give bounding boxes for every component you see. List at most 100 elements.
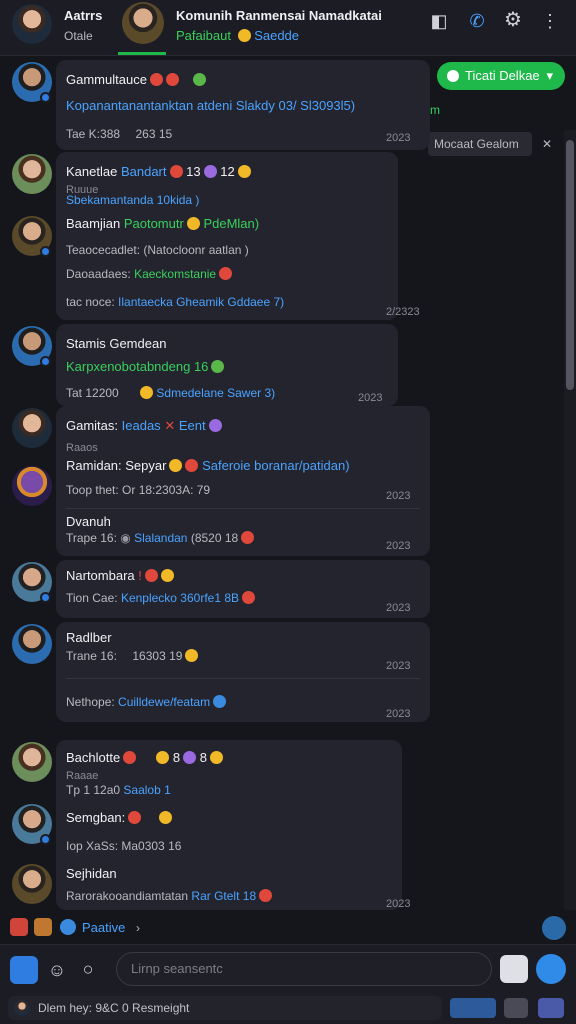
leaf-icon: [211, 360, 225, 373]
message-line: Daoaadaes: Kaeckomstanie: [66, 266, 233, 282]
message-bubble: Gamitas: Ieadas ✕ Eent Raaos Ramidan: Se…: [56, 406, 430, 556]
people-icon[interactable]: ☺: [44, 960, 70, 980]
message-time: 2023: [386, 490, 411, 502]
message-link[interactable]: Rar Gtelt 18: [191, 889, 256, 903]
message-avatar[interactable]: [12, 864, 52, 904]
message-text: Teaocecadlet: (Natocloonr aatlan ): [66, 243, 249, 257]
info-icon[interactable]: [60, 919, 76, 935]
screen-icon[interactable]: [450, 998, 496, 1018]
fire-icon: [185, 459, 199, 472]
message-avatar[interactable]: [12, 624, 52, 664]
close-icon[interactable]: ✕: [542, 136, 552, 152]
message-time: 2023: [386, 602, 411, 614]
message-bubble: Gammultauce Kopanantanantanktan atdeni S…: [56, 60, 430, 150]
message-time: 2023: [386, 708, 411, 720]
message-author: Gamitas: Ieadas ✕ Eent: [66, 418, 222, 434]
message-avatar[interactable]: [12, 466, 52, 506]
smile-icon: [140, 386, 154, 399]
message-time: 2/2323: [386, 306, 420, 318]
more-icon[interactable]: ⋮: [540, 11, 560, 31]
smile-icon: [186, 217, 200, 230]
smile-icon: [160, 569, 174, 582]
smile-icon: [185, 649, 199, 662]
smile-icon: [159, 811, 173, 824]
author-link[interactable]: Ieadas: [122, 418, 161, 433]
settings-icon[interactable]: ⚙: [502, 10, 524, 30]
chevron-down-icon: ▾: [546, 68, 553, 83]
message-text: Karpxenobotabndeng 16: [66, 359, 225, 375]
message-bubble: Kanetlae Bandart 13 12 Ruuue Sbekamantan…: [56, 152, 398, 320]
message-author: Bachlotte 8 8: [66, 750, 223, 766]
message-author: Semgban:: [66, 810, 173, 826]
message-meta: Tae K:388 ⠀ 263 15: [66, 127, 173, 141]
fire-icon: [169, 165, 183, 178]
filter-chip[interactable]: Mocaat Gealom: [428, 132, 532, 156]
message-text: Nethope: Cuilldewe/featam: [66, 694, 227, 710]
reaction-bar: Paative ›: [0, 914, 576, 942]
status-bar[interactable]: Dlem hey: 9&C 0 Resmeight: [8, 996, 442, 1020]
reaction-label[interactable]: Paative: [82, 920, 125, 936]
author-link[interactable]: Paotomutr: [124, 216, 184, 231]
user-status: Otale: [64, 29, 93, 43]
mention-icon[interactable]: [538, 998, 564, 1018]
smile-icon: [237, 29, 251, 42]
message-input[interactable]: Lirnp seansentc: [116, 952, 492, 986]
message-meta: Trape 16: ◉ Slalandan (8520 18: [66, 530, 255, 546]
sparkle-icon: [183, 751, 197, 764]
chevron-right-icon[interactable]: ›: [136, 920, 140, 936]
app-icon-orange[interactable]: [34, 918, 52, 936]
message-avatar[interactable]: [12, 742, 52, 782]
fire-icon: [149, 73, 163, 86]
message-meta: Tat 12200 Sdmedelane Sawer 3): [66, 386, 276, 400]
apps-icon[interactable]: [10, 956, 38, 984]
scrollbar-thumb[interactable]: [566, 140, 574, 390]
channel-avatar[interactable]: [122, 2, 164, 44]
verified-badge: [40, 356, 51, 367]
user-avatar[interactable]: [12, 4, 52, 44]
circle-icon[interactable]: ○: [76, 959, 100, 979]
call-icon[interactable]: ✆: [466, 11, 488, 31]
media-icon[interactable]: [504, 998, 528, 1018]
message-author: Gammultauce: [66, 72, 206, 88]
author-link[interactable]: PdeMlan): [203, 216, 259, 231]
message-author: Sejhidan: [66, 866, 117, 881]
verified-badge: [40, 92, 51, 103]
author-link[interactable]: Eent: [179, 418, 206, 433]
message-avatar[interactable]: [12, 154, 52, 194]
info-icon: [213, 695, 227, 708]
message-author: Radlber: [66, 630, 112, 645]
author-link[interactable]: Bandart: [121, 164, 167, 179]
heart-icon: [241, 531, 255, 544]
green-action-label: Ticati Delkae: [465, 68, 540, 83]
message-meta: Trane 16: ⠀ 16303 19: [66, 648, 199, 664]
author-link[interactable]: Cuilldewe/featam: [118, 695, 210, 709]
message-author: Kanetlae Bandart 13 12: [66, 164, 251, 180]
divider: [66, 678, 420, 679]
app-icon-red[interactable]: [10, 918, 28, 936]
heart-icon: [259, 889, 273, 902]
author-link[interactable]: Saferoie boranar/patidan): [202, 458, 349, 473]
message-time: 2023: [386, 660, 411, 672]
sparkle-icon: [208, 419, 222, 432]
smile-icon: [169, 459, 183, 472]
message-line: tac noce: Ilantaecka Gheamik Gddaee 7): [66, 295, 285, 309]
message-text: Sbekamantanda 10kida ): [66, 193, 200, 207]
send-icon[interactable]: [536, 954, 566, 984]
verified-badge: [40, 592, 51, 603]
channel-title[interactable]: Komunih Ranmensai Namadkatai: [176, 8, 382, 24]
message-avatar[interactable]: [12, 408, 52, 448]
message-bubble: Nartombara ! Tion Cae: Kenplecko 360rfe1…: [56, 560, 430, 618]
message-sub: Raaos: [66, 442, 98, 454]
channel-sub-green: Pafaibaut: [176, 28, 231, 43]
camera-icon[interactable]: [500, 955, 528, 983]
message-meta: Toop thet: Or 18:2303A: 79: [66, 483, 211, 497]
message-author: Ramidan: Sepyar Saferoie boranar/patidan…: [66, 458, 350, 473]
mute-icon[interactable]: ◧: [428, 11, 450, 31]
heart-icon: [242, 591, 256, 604]
message-time: 2023: [386, 898, 411, 910]
green-action-button[interactable]: Ticati Delkae ▾: [437, 62, 565, 90]
message-meta: Tion Cae: Kenplecko 360rfe1 8B: [66, 590, 256, 606]
verified-badge: [40, 246, 51, 257]
message-meta: Tp 1 12a0 Saalob 1: [66, 783, 171, 797]
translate-icon[interactable]: [542, 916, 566, 940]
